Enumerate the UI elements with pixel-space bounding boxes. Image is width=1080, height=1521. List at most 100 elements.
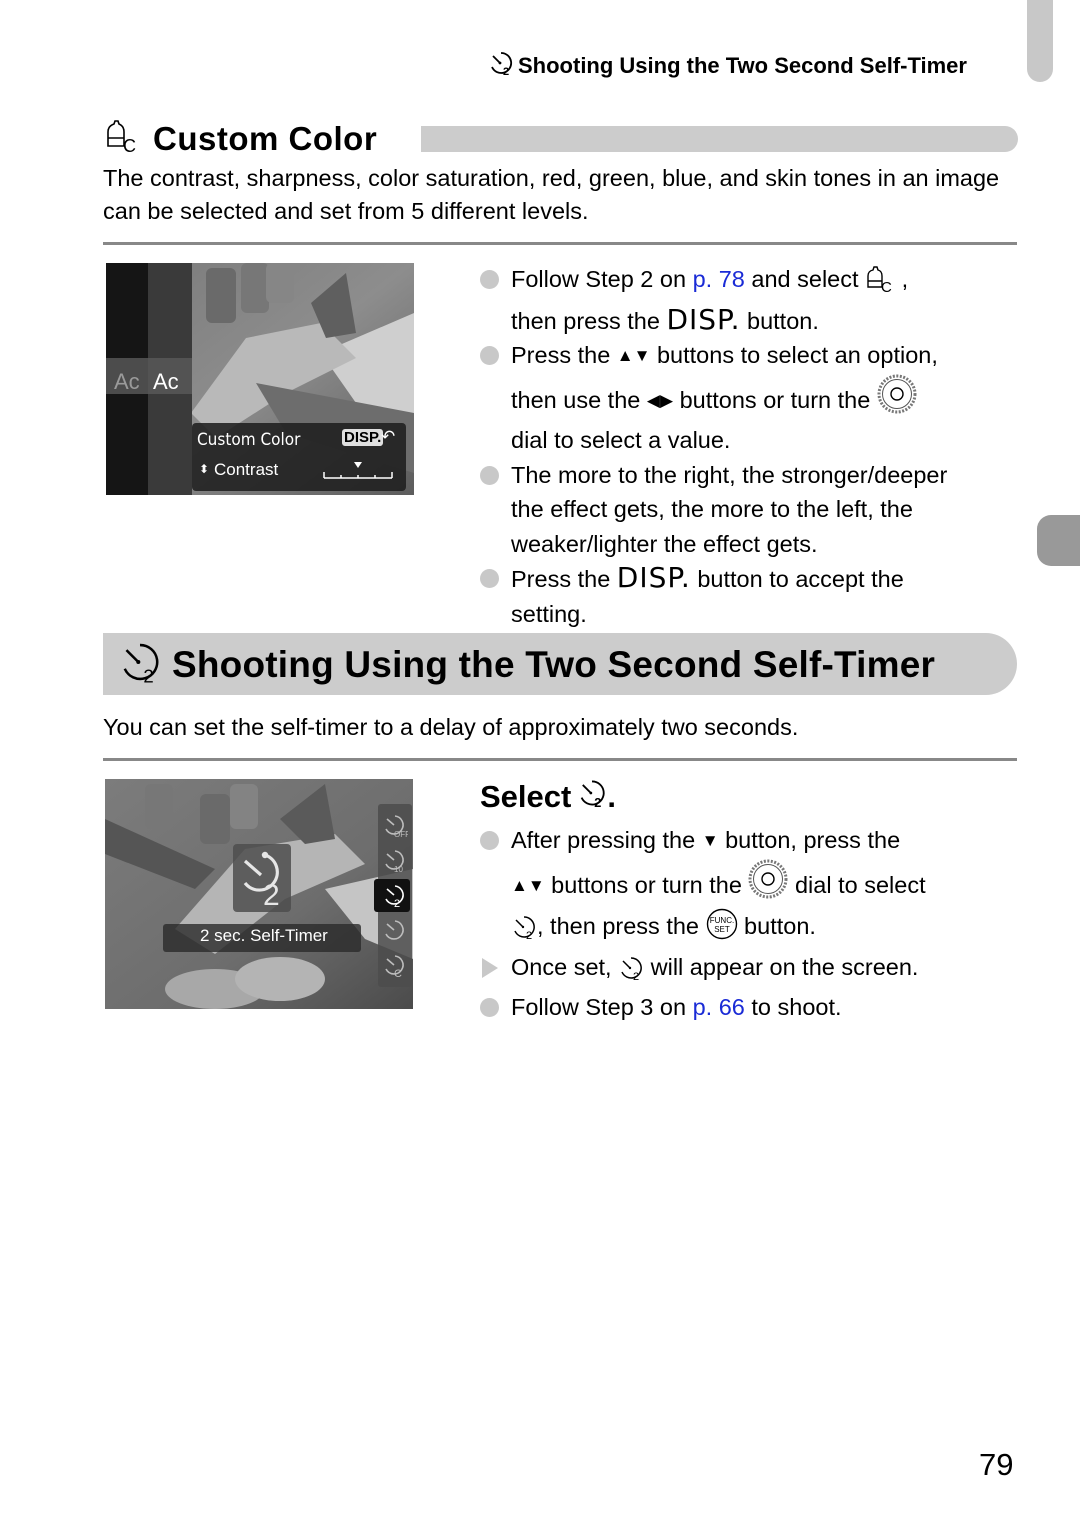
svg-text:2: 2 — [143, 665, 153, 684]
bullet-icon — [480, 465, 499, 485]
bullet-icon — [480, 998, 499, 1017]
step-item: Press the ▲▼ buttons to select an option… — [480, 338, 1025, 458]
screen-option-label: Contrast — [214, 460, 279, 479]
svg-text:2: 2 — [526, 930, 532, 940]
step-text: Press the — [511, 566, 617, 592]
svg-text:2: 2 — [595, 796, 602, 808]
direction-buttons-icon: ▲▼ — [511, 875, 545, 895]
chapter-tab-top — [1027, 0, 1053, 82]
self-timer-intro: You can set the self-timer to a delay of… — [103, 714, 799, 740]
page-link[interactable]: p. 66 — [693, 994, 745, 1020]
svg-text:SET: SET — [714, 925, 730, 934]
self-timer-option: 2 — [378, 877, 412, 912]
running-header-title: Shooting Using the Two Second Self-Timer — [518, 53, 967, 78]
step-text: Follow Step 2 on — [511, 266, 693, 292]
step-text: button to accept the — [690, 566, 904, 592]
step-text: setting. — [511, 600, 587, 627]
self-timer-steps: After pressing the ▼ button, press the ▲▼… — [480, 823, 1025, 1025]
step-text: dial to select a value. — [511, 427, 731, 453]
self-timer-option-icon: C — [385, 954, 404, 978]
step-text: Once set, — [511, 953, 619, 980]
step-title: Select — [480, 779, 572, 814]
svg-text:C: C — [123, 136, 136, 154]
step-heading: Select 2 . — [480, 778, 616, 816]
two-second-self-timer-icon: 2 — [237, 847, 289, 914]
section-title: Shooting Using the Two Second Self-Timer — [172, 643, 936, 685]
divider — [103, 242, 1017, 245]
bullet-icon — [480, 346, 499, 365]
disp-button-label: DISP. — [666, 302, 741, 336]
self-timer-heading: 2 Shooting Using the Two Second Self-Tim… — [118, 640, 935, 689]
page-number: 79 — [979, 1447, 1014, 1482]
two-second-self-timer-icon: 2 — [511, 914, 537, 950]
direction-buttons-icon: ▲▼ — [616, 346, 651, 365]
step-item: Press the DISP. button to accept the sett… — [480, 561, 1025, 631]
self-timer-menu: OFF 10 2 C — [378, 807, 412, 982]
camera-screen-custom-color: Ac Ac Custom Color DISP. ↶ ⬍ Contrast — [106, 263, 414, 495]
control-dial-icon — [748, 859, 788, 909]
self-timer-option-icon: OFF — [385, 814, 408, 838]
self-timer-option — [378, 912, 412, 947]
svg-text:10: 10 — [394, 865, 403, 873]
svg-text:C: C — [881, 279, 892, 293]
section-title: Custom Color — [153, 119, 378, 157]
bullet-icon — [480, 270, 499, 289]
svg-text:C: C — [394, 968, 402, 978]
running-header: 2 Shooting Using the Two Second Self-Tim… — [488, 50, 967, 82]
step-item: Follow Step 3 on p. 66 to shoot. — [480, 990, 1025, 1025]
step-text: , — [895, 266, 909, 292]
step-text: then press the — [511, 307, 667, 334]
svg-text:2: 2 — [394, 898, 400, 908]
page-link[interactable]: p. 78 — [693, 266, 745, 292]
two-second-self-timer-icon: 2 — [118, 640, 162, 689]
step-text: button. — [740, 307, 819, 334]
svg-text:Ac: Ac — [114, 369, 140, 394]
control-dial-icon — [877, 374, 917, 424]
self-timer-option-icon: 2 — [385, 884, 404, 908]
two-second-self-timer-icon: 2 — [577, 778, 607, 816]
step-item: The more to the right, the stronger/deep… — [480, 458, 1025, 562]
step-text: and select — [744, 266, 866, 292]
step-text: buttons or turn the — [544, 871, 749, 898]
two-second-self-timer-icon: 2 — [488, 50, 514, 82]
disp-button-label: DISP. — [616, 561, 691, 594]
step-text: dial to select — [788, 871, 926, 898]
step-text: After pressing the — [511, 827, 702, 853]
step-item: After pressing the ▼ button, press the ▲▼… — [480, 823, 1025, 950]
svg-text:2: 2 — [503, 66, 509, 76]
step-text: buttons or turn the — [673, 386, 877, 413]
divider — [103, 758, 1017, 761]
step-text: Follow Step 3 on — [511, 994, 693, 1020]
direction-buttons-icon: ▼ — [701, 831, 719, 850]
step-text: the effect gets, the more to the left, t… — [511, 496, 913, 522]
svg-text:FUNC.: FUNC. — [709, 916, 733, 925]
bullet-icon — [480, 831, 499, 850]
chapter-tab-side — [1037, 515, 1080, 566]
self-timer-option: 10 — [378, 842, 412, 877]
func-set-icon: FUNC. SET — [706, 908, 738, 950]
step-text: will appear on the screen. — [644, 953, 919, 980]
direction-buttons-icon: ◀▶ — [646, 390, 674, 410]
bullet-icon — [480, 569, 499, 588]
step-text: then use the — [511, 386, 647, 413]
camera-screen-self-timer: 2 2 sec. Self-Timer OFF 10 2 C — [105, 779, 413, 1009]
arrow-bullet-icon — [482, 957, 498, 978]
up-down-icon: ⬍ — [199, 462, 210, 476]
svg-text:2: 2 — [263, 879, 280, 909]
self-timer-option: OFF — [378, 807, 412, 842]
step-text: button, press the — [718, 827, 901, 853]
step-text: button. — [737, 913, 816, 939]
step-text: Press the — [511, 342, 617, 368]
self-timer-option-icon — [385, 919, 404, 940]
svg-text:2: 2 — [633, 971, 639, 981]
custom-color-intro: The contrast, sharpness, color saturatio… — [103, 165, 1000, 224]
screen-caption: 2 sec. Self-Timer — [200, 926, 328, 945]
step-text: buttons to select an option, — [650, 342, 938, 368]
custom-color-heading: C Custom Color — [103, 118, 377, 159]
screen-menu-label: Custom Color — [197, 430, 301, 450]
self-timer-option: C — [378, 947, 412, 982]
custom-color-steps: Follow Step 2 on p. 78 and select C , the… — [480, 262, 1025, 631]
svg-text:OFF: OFF — [394, 830, 408, 838]
step-text: to shoot. — [744, 994, 842, 1020]
slider-marker — [354, 462, 362, 468]
